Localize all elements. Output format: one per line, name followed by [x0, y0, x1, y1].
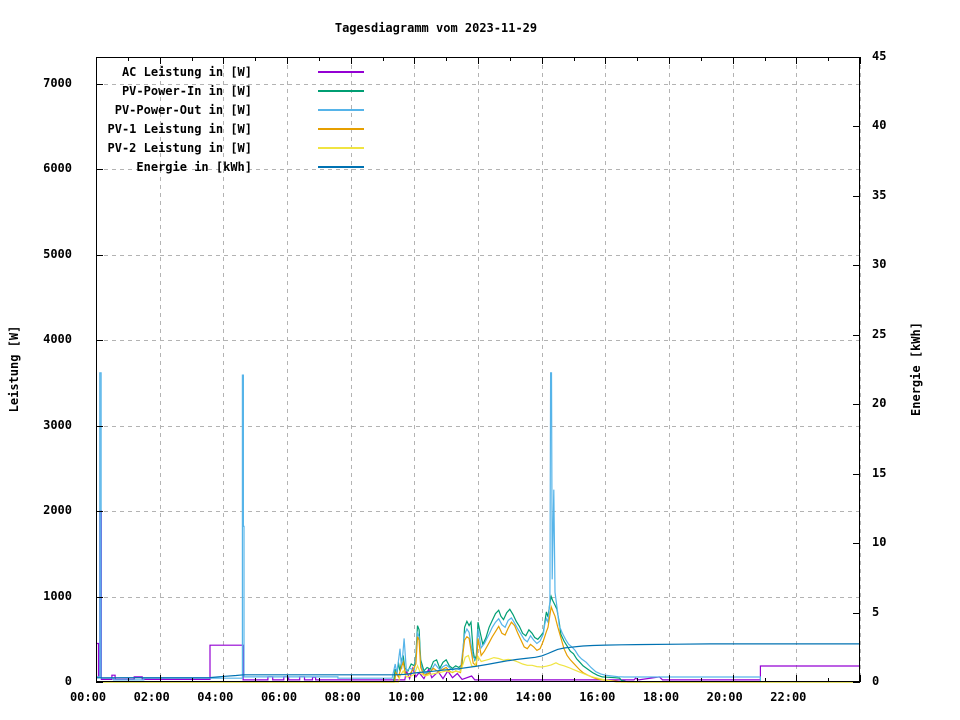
chart-canvas: Tagesdiagramm vom 2023-11-29 Leistung [W… [0, 0, 960, 720]
x-tick-label: 14:00 [504, 691, 564, 704]
legend-label: AC Leistung in [W] [0, 65, 252, 79]
left-tick-label: 1000 [0, 590, 72, 603]
legend-label: PV-1 Leistung in [W] [0, 122, 252, 136]
right-tick-label: 5 [872, 606, 932, 619]
x-tick-label: 00:00 [58, 691, 118, 704]
x-tick-label: 06:00 [249, 691, 309, 704]
x-tick-label: 20:00 [695, 691, 755, 704]
legend-line-sample [318, 147, 364, 149]
right-tick-label: 10 [872, 536, 932, 549]
right-tick-label: 20 [872, 397, 932, 410]
x-tick-label: 08:00 [313, 691, 373, 704]
legend-label: PV-Power-In in [W] [0, 84, 252, 98]
legend-line-sample [318, 90, 364, 92]
legend-line-sample [318, 128, 364, 130]
left-tick-label: 4000 [0, 333, 72, 346]
left-tick-label: 3000 [0, 419, 72, 432]
legend-label: PV-2 Leistung in [W] [0, 141, 252, 155]
x-tick-label: 10:00 [376, 691, 436, 704]
x-tick-label: 12:00 [440, 691, 500, 704]
x-tick-label: 18:00 [631, 691, 691, 704]
left-tick-label: 2000 [0, 504, 72, 517]
right-tick-label: 35 [872, 189, 932, 202]
legend-line-sample [318, 71, 364, 73]
x-tick-label: 04:00 [185, 691, 245, 704]
left-tick-label: 0 [0, 675, 72, 688]
x-tick-label: 22:00 [758, 691, 818, 704]
right-tick-label: 15 [872, 467, 932, 480]
legend-label: Energie in [kWh] [0, 160, 252, 174]
legend-line-sample [318, 109, 364, 111]
x-tick-label: 16:00 [567, 691, 627, 704]
right-tick-label: 45 [872, 50, 932, 63]
right-tick-label: 30 [872, 258, 932, 271]
right-tick-label: 40 [872, 119, 932, 132]
right-tick-label: 25 [872, 328, 932, 341]
left-tick-label: 5000 [0, 248, 72, 261]
legend-label: PV-Power-Out in [W] [0, 103, 252, 117]
legend-line-sample [318, 166, 364, 168]
x-tick-label: 02:00 [122, 691, 182, 704]
right-tick-label: 0 [872, 675, 932, 688]
